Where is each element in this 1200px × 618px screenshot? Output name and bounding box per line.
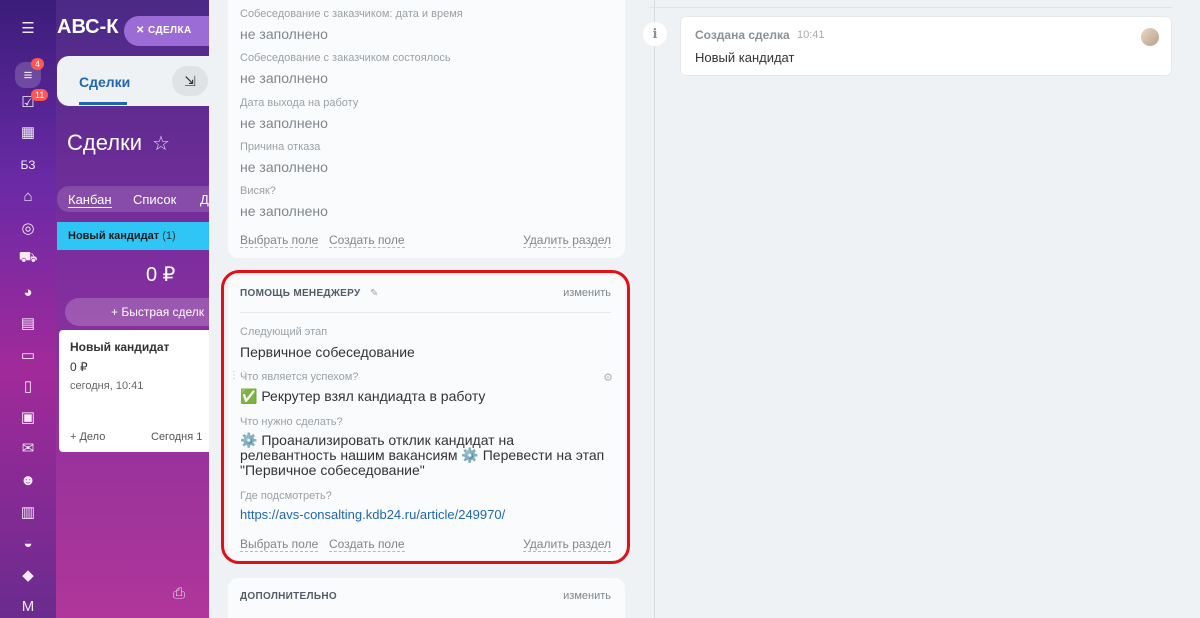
article-link[interactable]: https://avs-consalting.kdb24.ru/article/… <box>240 507 505 522</box>
printer-icon[interactable]: ⎙ <box>173 585 185 602</box>
timeline-event: Создана сделка 10:41 Новый кандидат <box>680 16 1172 76</box>
close-icon: ✕ <box>136 25 148 36</box>
view-more[interactable]: Д <box>200 192 209 207</box>
knowledge-base-icon[interactable]: БЗ <box>18 155 38 175</box>
field-label: Собеседование с заказчиком: дата и время <box>240 8 463 20</box>
column-sum: 0 ₽ <box>146 264 176 286</box>
calendar-icon[interactable]: ▦ <box>18 122 38 142</box>
deal-card-date: сегодня, 10:41 <box>70 380 144 392</box>
settings-icon[interactable]: ⚙ <box>603 371 613 384</box>
deal-card-price: 0 ₽ <box>70 360 88 374</box>
column-count: (1) <box>162 230 176 242</box>
timeline-line <box>654 0 655 618</box>
cart-icon[interactable]: ⛟ <box>18 248 38 268</box>
edit-section-link[interactable]: изменить <box>563 590 611 602</box>
android-icon[interactable]: ◒ <box>18 533 38 553</box>
edit-section-link[interactable]: изменить <box>563 287 611 299</box>
star-icon[interactable]: ☆ <box>152 131 170 156</box>
users-icon[interactable]: ☻ <box>18 470 38 490</box>
success-value[interactable]: ✅ Рекрутер взял кандиадта в работу <box>240 388 485 405</box>
event-title: Создана сделка <box>695 28 790 42</box>
additional-section: ДОПОЛНИТЕЛЬНО изменить <box>228 578 625 618</box>
add-activity-link[interactable]: + Дело <box>70 431 105 443</box>
logo-icon[interactable]: M <box>18 596 38 616</box>
column-title: Новый кандидат <box>68 230 160 242</box>
select-field-link[interactable]: Выбрать поле <box>240 233 319 248</box>
app-title: АВС-К <box>57 16 119 38</box>
deal-card[interactable]: Новый кандидат 0 ₽ сегодня, 10:41 + Дело… <box>59 330 229 452</box>
document-icon[interactable]: ▯ <box>18 376 38 396</box>
field-label: Собеседование с заказчиком состоялось <box>240 52 451 64</box>
field-label: Причина отказа <box>240 141 321 153</box>
next-stage-value[interactable]: Первичное собеседование <box>240 344 415 360</box>
view-switcher: Канбан Список Д <box>57 186 227 212</box>
inbox-icon[interactable]: ▣ <box>18 407 38 427</box>
field-value[interactable]: не заполнено <box>240 115 328 131</box>
delete-section-link[interactable]: Удалить раздел <box>523 537 611 552</box>
manager-help-section: ПОМОЩЬ МЕНЕДЖЕРУ ✎ изменить Следующий эт… <box>228 276 625 560</box>
field-label: Что является успехом? <box>240 371 359 383</box>
view-list[interactable]: Список <box>133 192 176 207</box>
create-field-link[interactable]: Создать поле <box>329 233 405 248</box>
field-label: Что нужно сделать? <box>240 416 343 428</box>
card-icon[interactable]: ▤ <box>18 313 38 333</box>
deal-card-today: Сегодня 1 <box>151 431 203 443</box>
field-value[interactable]: не заполнено <box>240 159 328 175</box>
close-slider-tab[interactable]: ✕ СДЕЛКА <box>124 16 216 46</box>
field-value[interactable]: не заполнено <box>240 203 328 219</box>
create-field-link[interactable]: Создать поле <box>329 537 405 552</box>
field-value[interactable]: не заполнено <box>240 26 328 42</box>
event-time: 10:41 <box>797 29 825 41</box>
pencil-icon[interactable]: ✎ <box>370 288 378 299</box>
close-tab-label: СДЕЛКА <box>147 25 192 36</box>
home-icon[interactable]: ⌂ <box>18 186 38 206</box>
kanban-column-header: Новый кандидат (1) <box>57 222 227 250</box>
collapse-icon[interactable]: ⇲ <box>172 66 208 96</box>
target-icon[interactable]: ◎ <box>18 218 38 238</box>
deal-card-name: Новый кандидат <box>70 340 170 354</box>
tasks-badge: 11 <box>31 89 49 101</box>
divider <box>240 312 611 313</box>
section-title: ПОМОЩЬ МЕНЕДЖЕРУ <box>240 288 361 299</box>
view-kanban[interactable]: Канбан <box>68 192 112 208</box>
info-icon: i <box>643 22 667 46</box>
left-rail: ☰ ≡ 4 ☑ 11 ▦ БЗ ⌂ ◎ ⛟ ◕ ▤ ▭ ▯ ▣ ✉ ☻ ▥ ◒ … <box>0 0 56 618</box>
mail-icon[interactable]: ✉ <box>18 438 38 458</box>
page-title: Сделки <box>67 130 142 155</box>
section-title: ДОПОЛНИТЕЛЬНО <box>240 591 337 602</box>
field-value[interactable]: не заполнено <box>240 70 328 86</box>
todo-line[interactable]: "Первичное собеседование" <box>240 462 425 478</box>
deal-slider: Собеседование с заказчиком: дата и время… <box>209 0 1200 618</box>
plus-icon: + <box>111 305 122 319</box>
feed-badge: 4 <box>31 58 45 70</box>
event-text: Новый кандидат <box>695 50 795 65</box>
avatar[interactable] <box>1141 28 1159 46</box>
crm-icon[interactable]: ◕ <box>18 282 38 302</box>
field-label: Висяк? <box>240 185 276 197</box>
tab-deals[interactable]: Сделки <box>79 74 130 90</box>
field-label: Дата выхода на работу <box>240 97 359 109</box>
tab-underline <box>79 102 127 105</box>
menu-icon[interactable]: ☰ <box>18 18 38 38</box>
fields-section: Собеседование с заказчиком: дата и время… <box>228 0 625 258</box>
delete-section-link[interactable]: Удалить раздел <box>523 233 611 248</box>
select-field-link[interactable]: Выбрать поле <box>240 537 319 552</box>
timeline-divider <box>649 0 1172 8</box>
id-card-icon[interactable]: ▥ <box>18 502 38 522</box>
chat-icon[interactable]: ▭ <box>18 345 38 365</box>
field-label: Следующий этап <box>240 326 328 338</box>
box-icon[interactable]: ◆ <box>18 565 38 585</box>
field-label: Где подсмотреть? <box>240 490 332 502</box>
quick-deal-label: Быстрая сделк <box>121 305 205 319</box>
